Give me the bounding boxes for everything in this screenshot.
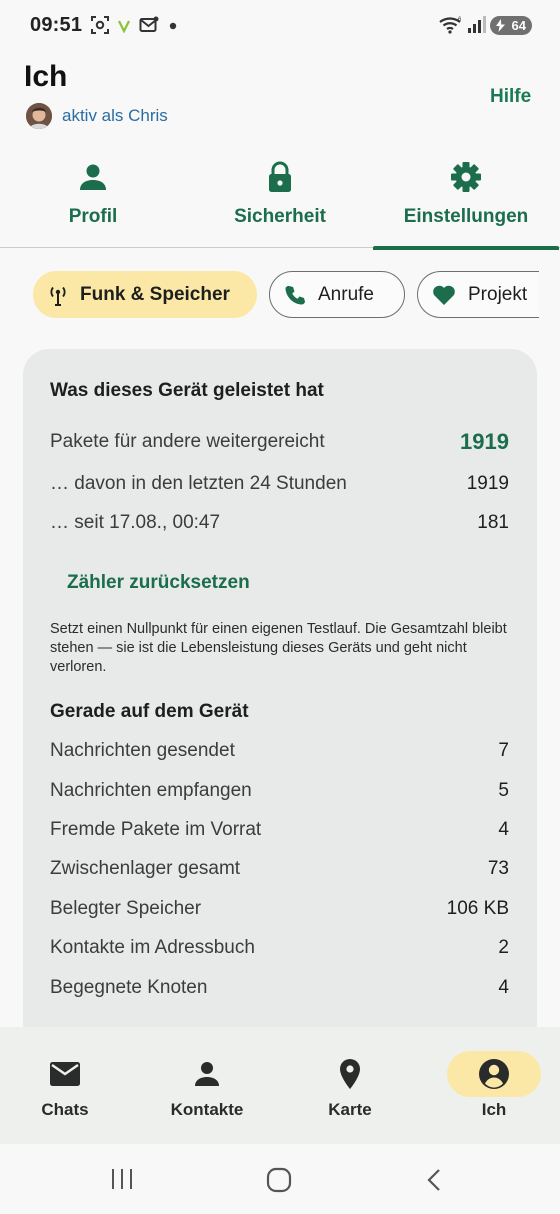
device-value-storage-total: 73 [487, 858, 509, 879]
gear-icon [451, 162, 481, 192]
signal-icon [468, 16, 486, 33]
mail-icon [50, 1062, 80, 1086]
chip-label: Funk & Speicher [80, 283, 230, 305]
nav-label: Chats [41, 1100, 89, 1119]
device-label-used-memory: Belegter Speicher [50, 898, 202, 919]
page-title: Ich [24, 60, 68, 93]
section-title-performance: Was dieses Gerät geleistet hat [50, 380, 324, 401]
device-label-foreign-packets: Fremde Pakete im Vorrat [50, 819, 262, 840]
recent-apps-icon[interactable] [110, 1168, 134, 1190]
nav-chats[interactable]: Chats [0, 1027, 135, 1144]
app-v-icon [118, 20, 130, 34]
chip-anrufe[interactable]: Anrufe [269, 271, 405, 318]
home-icon[interactable] [266, 1167, 292, 1193]
device-label-contacts: Kontakte im Adressbuch [50, 937, 255, 958]
device-label-received: Nachrichten empfangen [50, 780, 252, 801]
person-icon [80, 164, 106, 190]
help-link[interactable]: Hilfe [490, 86, 531, 108]
nav-kontakte[interactable]: Kontakte [137, 1027, 277, 1144]
stat-label-forwarded: Pakete für andere weitergereicht [50, 431, 325, 452]
battery-level: 64 [511, 18, 526, 33]
battery-indicator: 64 [490, 16, 532, 35]
tab-label: Einstellungen [403, 206, 529, 227]
charging-icon [496, 19, 505, 32]
stat-value-last-24h: 1919 [466, 473, 509, 494]
back-icon[interactable] [426, 1168, 442, 1192]
account-circle-icon [479, 1059, 509, 1089]
stat-label-since: … seit 17.08., 00:47 [50, 512, 221, 533]
nav-icon-container [18, 1051, 112, 1097]
tab-profil[interactable]: Profil [0, 150, 186, 248]
tab-bar: Profil Sicherheit Einstellungen [0, 150, 560, 250]
avatar-image [26, 103, 52, 129]
device-value-contacts: 2 [498, 937, 509, 958]
nav-icon-container [160, 1051, 254, 1097]
reset-counter-button[interactable]: Zähler zurücksetzen [67, 572, 250, 594]
wifi-icon: 6 [439, 17, 462, 34]
mail-notification-icon [139, 16, 159, 32]
chip-label: Projekt [468, 283, 528, 305]
nav-icon-container [447, 1051, 541, 1097]
device-value-sent: 7 [498, 740, 509, 761]
bottom-navigation: Chats Kontakte Karte Ich [0, 1027, 560, 1144]
tab-label: Sicherheit [234, 206, 326, 227]
active-user-label[interactable]: aktiv als Chris [62, 106, 168, 126]
nav-label: Kontakte [170, 1100, 244, 1119]
person-icon [195, 1062, 219, 1086]
chip-label: Anrufe [318, 283, 374, 305]
dot-icon [169, 22, 177, 30]
stat-label-last-24h: … davon in den letzten 24 Stunden [50, 473, 347, 494]
svg-text:6: 6 [458, 17, 462, 23]
nav-label: Karte [328, 1100, 372, 1119]
device-label-storage-total: Zwischenlager gesamt [50, 858, 241, 879]
antenna-icon [50, 286, 66, 306]
avatar[interactable] [26, 103, 52, 129]
lock-icon [269, 161, 291, 192]
status-bar: 09:51 6 64 [0, 0, 560, 52]
status-time: 09:51 [30, 14, 83, 36]
nav-label: Ich [481, 1100, 507, 1119]
tab-einstellungen[interactable]: Einstellungen [373, 150, 559, 250]
chip-funk-speicher[interactable]: Funk & Speicher [33, 271, 257, 318]
stat-value-forwarded: 1919 [460, 429, 509, 454]
nav-icon-container [303, 1051, 397, 1097]
location-pin-icon [340, 1059, 360, 1089]
system-navigation-bar [0, 1144, 560, 1214]
heart-icon [433, 285, 455, 305]
device-label-nodes: Begegnete Knoten [50, 977, 208, 998]
section-title-device: Gerade auf dem Gerät [50, 701, 249, 722]
device-value-foreign-packets: 4 [498, 819, 509, 840]
phone-icon [285, 285, 305, 304]
tab-sicherheit[interactable]: Sicherheit [187, 150, 373, 248]
device-value-nodes: 4 [498, 977, 509, 998]
stat-value-since: 181 [477, 512, 509, 533]
chip-projekt[interactable]: Projekt [417, 271, 539, 318]
device-label-sent: Nachrichten gesendet [50, 740, 235, 761]
device-value-received: 5 [498, 780, 509, 801]
tab-label: Profil [68, 206, 118, 227]
device-value-used-memory: 106 KB [446, 898, 509, 919]
screenshot-icon [91, 16, 109, 34]
nav-ich[interactable]: Ich [424, 1027, 560, 1144]
reset-note: Setzt einen Nullpunkt für einen eigenen … [50, 621, 507, 675]
nav-karte[interactable]: Karte [280, 1027, 420, 1144]
